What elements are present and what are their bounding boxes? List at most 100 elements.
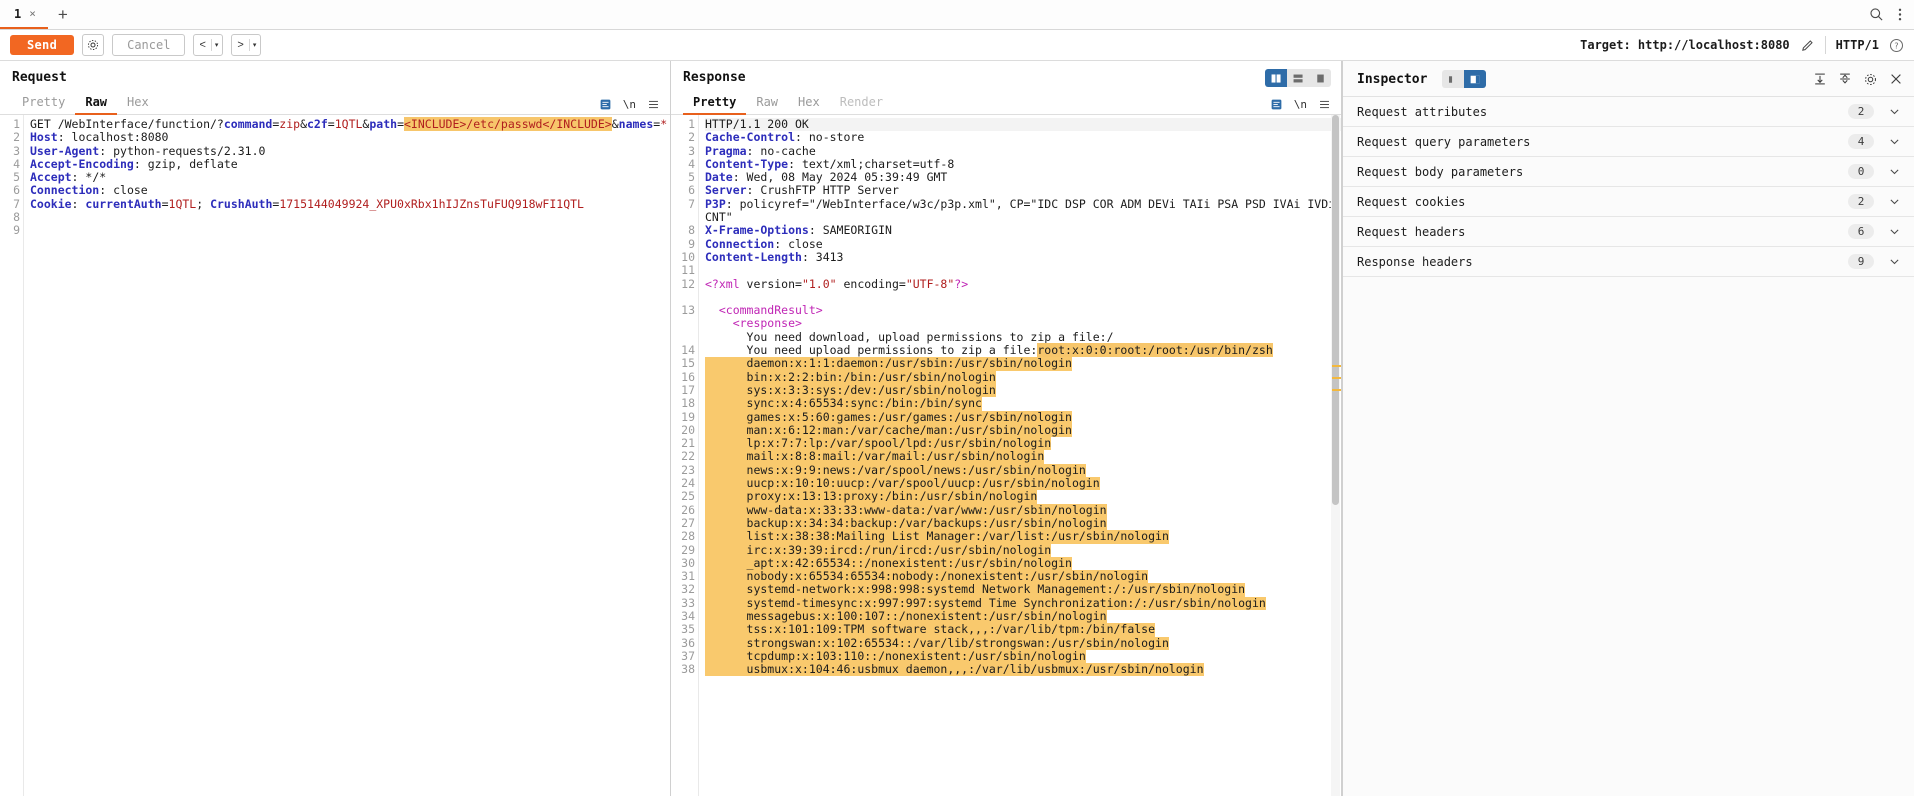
panel-right-icon[interactable] — [1464, 70, 1487, 88]
split-vertical-icon[interactable] — [1265, 69, 1287, 87]
send-button[interactable]: Send — [10, 35, 75, 55]
code-line[interactable]: Content-Length: 3413 — [705, 250, 1341, 264]
format-icon[interactable] — [599, 98, 612, 111]
collapse-all-icon[interactable] — [1838, 72, 1852, 86]
code-line[interactable]: www-data:x:33:33:www-data:/var/www:/usr/… — [705, 503, 1341, 517]
hamburger-icon[interactable] — [647, 98, 660, 111]
code-line[interactable]: sync:x:4:65534:sync:/bin:/bin/sync — [705, 397, 1341, 411]
inspector-section-1[interactable]: Request query parameters 4 — [1343, 127, 1914, 157]
history-forward-button[interactable]: > ▾ — [231, 34, 262, 56]
code-line[interactable] — [30, 224, 670, 237]
panel-left-icon[interactable] — [1442, 70, 1465, 88]
inspector-section-2[interactable]: Request body parameters 0 — [1343, 157, 1914, 187]
code-line[interactable]: tss:x:101:109:TPM software stack,,,:/var… — [705, 623, 1341, 637]
code-line[interactable]: _apt:x:42:65534::/nonexistent:/usr/sbin/… — [705, 556, 1341, 571]
code-line[interactable]: Pragma: no-cache — [705, 144, 1341, 158]
question-circle-icon[interactable]: ? — [1889, 38, 1904, 53]
chevron-down-icon[interactable] — [1888, 225, 1901, 238]
tab-response-raw[interactable]: Raw — [746, 95, 788, 115]
code-line[interactable]: <commandResult> — [705, 304, 1341, 317]
request-code[interactable]: GET /WebInterface/function/?command=zip&… — [24, 115, 670, 796]
tab-request-pretty[interactable]: Pretty — [12, 95, 75, 115]
code-line[interactable]: Cache-Control: no-store — [705, 131, 1341, 144]
response-code[interactable]: HTTP/1.1 200 OK Cache-Control: no-store Pr… — [699, 115, 1341, 796]
code-line[interactable]: Date: Wed, 08 May 2024 05:39:49 GMT — [705, 171, 1341, 184]
code-line[interactable]: P3P: policyref="/WebInterface/w3c/p3p.xm… — [705, 197, 1341, 211]
code-line[interactable]: nobody:x:65534:65534:nobody:/nonexistent… — [705, 569, 1341, 584]
inspector-section-4[interactable]: Request headers 6 — [1343, 217, 1914, 247]
request-editor[interactable]: 123456789 GET /WebInterface/function/?co… — [0, 115, 670, 796]
single-pane-icon[interactable] — [1309, 69, 1331, 87]
code-line[interactable]: messagebus:x:100:107::/nonexistent:/usr/… — [705, 609, 1341, 624]
response-editor[interactable]: 1 2 3 4 5 6 7 8 9 10 11 12 13 14 15 16 17 18 19 20 21 22 23 24 2… — [671, 115, 1341, 796]
code-line[interactable]: Accept-Encoding: gzip, deflate — [30, 157, 670, 171]
cancel-button[interactable]: Cancel — [112, 34, 186, 56]
kebab-menu-icon[interactable] — [1898, 7, 1902, 22]
close-icon[interactable] — [1889, 72, 1903, 86]
code-line[interactable]: You need download, upload permissions to… — [705, 330, 1341, 344]
code-line[interactable]: bin:x:2:2:bin:/bin:/usr/sbin/nologin — [705, 370, 1341, 384]
history-back-button[interactable]: < ▾ — [193, 34, 224, 56]
chevron-down-icon[interactable] — [1888, 165, 1901, 178]
code-line[interactable]: GET /WebInterface/function/?command=zip&… — [30, 117, 670, 131]
code-line[interactable]: Content-Type: text/xml;charset=utf-8 — [705, 157, 1341, 171]
code-line[interactable] — [30, 211, 670, 224]
repeater-tab-1[interactable]: 1 × — [0, 0, 48, 29]
code-line[interactable]: X-Frame-Options: SAMEORIGIN — [705, 224, 1341, 237]
code-line[interactable]: <response> — [705, 317, 1341, 330]
code-line[interactable]: usbmux:x:104:46:usbmux daemon,,,:/var/li… — [705, 663, 1341, 677]
close-icon[interactable]: × — [29, 7, 36, 20]
code-line[interactable]: list:x:38:38:Mailing List Manager:/var/l… — [705, 530, 1341, 544]
chevron-down-icon[interactable] — [1888, 195, 1901, 208]
chevron-down-icon[interactable] — [1888, 255, 1901, 268]
code-line[interactable]: Host: localhost:8080 — [30, 131, 670, 144]
chevron-down-icon[interactable] — [1888, 105, 1901, 118]
code-line[interactable]: User-Agent: python-requests/2.31.0 — [30, 144, 670, 158]
code-line[interactable]: proxy:x:13:13:proxy:/bin:/usr/sbin/nolog… — [705, 490, 1341, 504]
newline-toggle-icon[interactable]: \n — [1294, 98, 1307, 111]
code-line[interactable]: systemd-network:x:998:998:systemd Networ… — [705, 583, 1341, 597]
code-line[interactable]: tcpdump:x:103:110::/nonexistent:/usr/sbi… — [705, 649, 1341, 664]
http-version-label[interactable]: HTTP/1 — [1836, 38, 1879, 52]
code-line[interactable]: daemon:x:1:1:daemon:/usr/sbin:/usr/sbin/… — [705, 357, 1341, 371]
code-line[interactable]: man:x:6:12:man:/var/cache/man:/usr/sbin/… — [705, 423, 1341, 438]
tab-response-pretty[interactable]: Pretty — [683, 95, 747, 115]
tab-response-render[interactable]: Render — [830, 95, 893, 115]
pencil-icon[interactable] — [1800, 38, 1815, 53]
code-line[interactable]: CNT" — [705, 210, 1341, 224]
code-line[interactable]: games:x:5:60:games:/usr/games:/usr/sbin/… — [705, 410, 1341, 424]
chevron-down-icon[interactable] — [1888, 135, 1901, 148]
code-line[interactable]: HTTP/1.1 200 OK — [705, 117, 1341, 132]
code-line[interactable]: uucp:x:10:10:uucp:/var/spool/uucp:/usr/s… — [705, 476, 1341, 491]
code-line[interactable]: irc:x:39:39:ircd:/run/ircd:/usr/sbin/nol… — [705, 543, 1341, 557]
tab-request-raw[interactable]: Raw — [75, 95, 118, 115]
hamburger-icon[interactable] — [1318, 98, 1331, 111]
inspector-section-0[interactable]: Request attributes 2 — [1343, 97, 1914, 127]
code-line[interactable]: strongswan:x:102:65534::/var/lib/strongs… — [705, 636, 1341, 650]
code-line[interactable]: Connection: close — [30, 184, 670, 197]
code-line[interactable]: Accept: */* — [30, 171, 670, 184]
gear-icon[interactable] — [1863, 72, 1878, 87]
search-icon[interactable] — [1869, 7, 1884, 22]
add-tab-button[interactable]: + — [48, 0, 78, 29]
expand-all-icon[interactable] — [1813, 72, 1827, 86]
code-line[interactable] — [705, 264, 1341, 277]
newline-toggle-icon[interactable]: \n — [623, 98, 636, 111]
code-line[interactable]: Cookie: currentAuth=1QTL; CrushAuth=1715… — [30, 197, 670, 211]
inspector-section-5[interactable]: Response headers 9 — [1343, 247, 1914, 277]
code-line[interactable]: You need upload permissions to zip a fil… — [705, 343, 1341, 358]
code-line[interactable]: backup:x:34:34:backup:/var/backups:/usr/… — [705, 516, 1341, 531]
format-icon[interactable] — [1270, 98, 1283, 111]
send-settings-button[interactable] — [82, 34, 105, 56]
code-line[interactable] — [705, 291, 1341, 304]
split-horizontal-icon[interactable] — [1287, 69, 1309, 87]
code-line[interactable]: lp:x:7:7:lp:/var/spool/lpd:/usr/sbin/nol… — [705, 436, 1341, 451]
code-line[interactable]: Server: CrushFTP HTTP Server — [705, 184, 1341, 197]
tab-response-hex[interactable]: Hex — [788, 95, 830, 115]
inspector-section-3[interactable]: Request cookies 2 — [1343, 187, 1914, 217]
code-line[interactable]: Connection: close — [705, 237, 1341, 251]
tab-request-hex[interactable]: Hex — [117, 95, 159, 115]
code-line[interactable]: news:x:9:9:news:/var/spool/news:/usr/sbi… — [705, 463, 1341, 478]
code-line[interactable]: systemd-timesync:x:997:997:systemd Time … — [705, 596, 1341, 610]
code-line[interactable]: <?xml version="1.0" encoding="UTF-8"?> — [705, 277, 1341, 291]
